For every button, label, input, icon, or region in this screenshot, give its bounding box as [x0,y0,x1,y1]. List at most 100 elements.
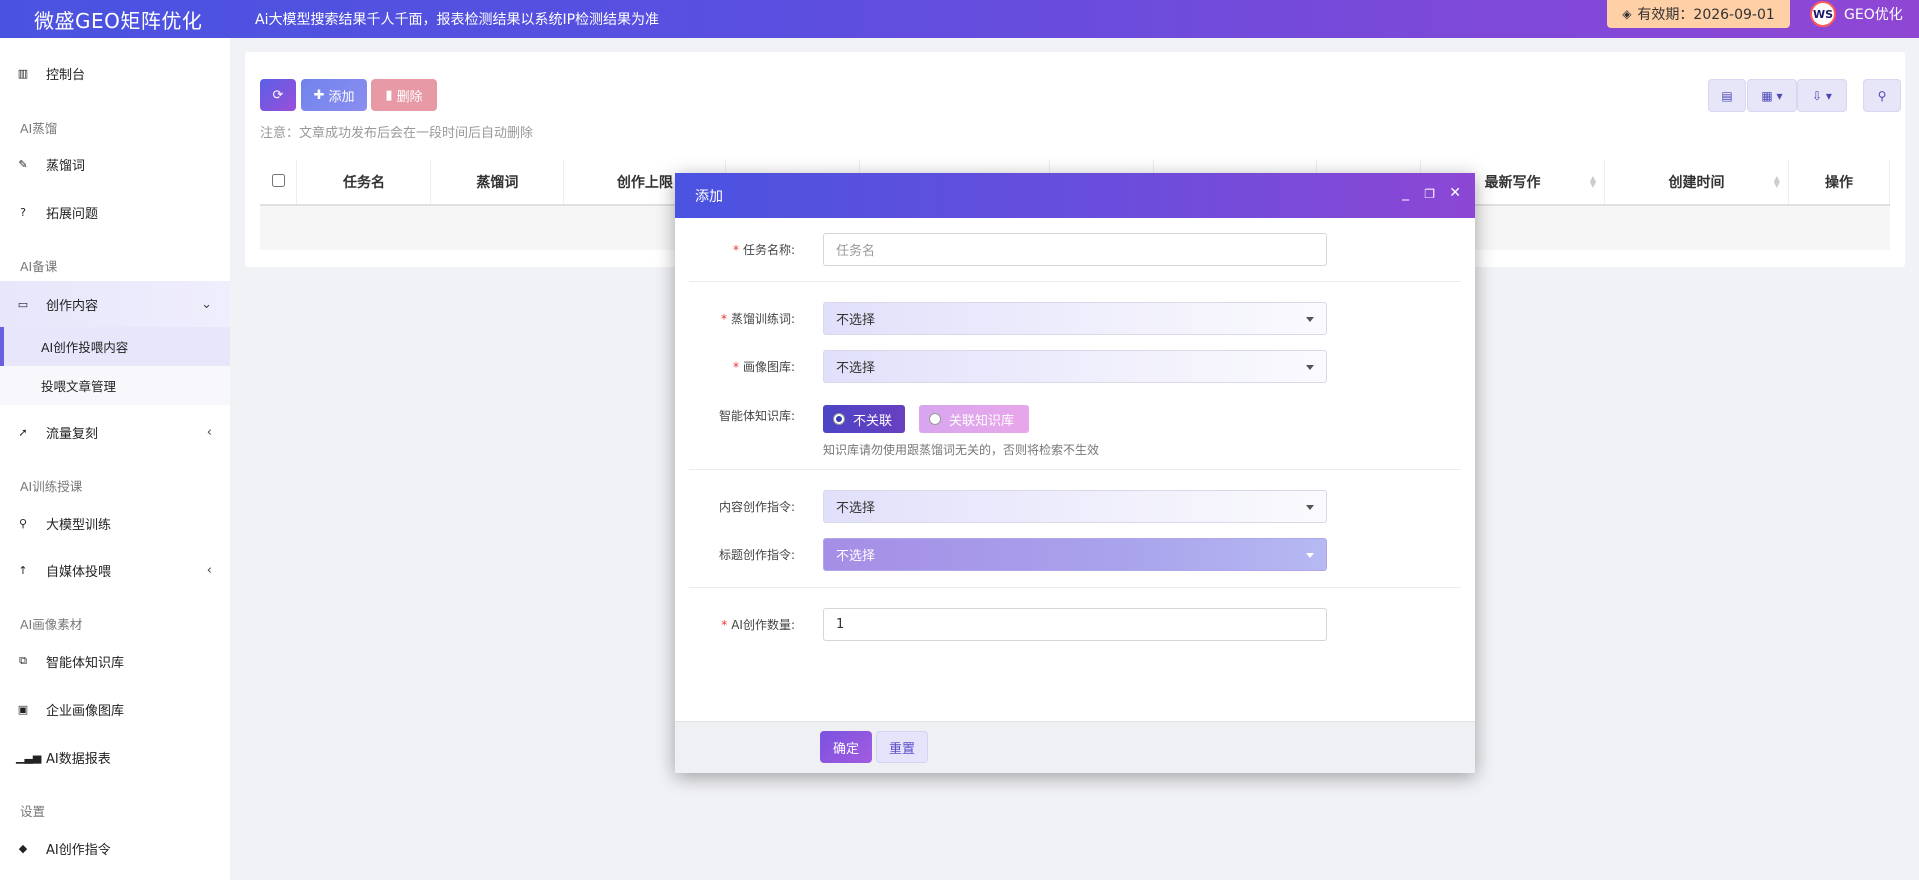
maximize-icon[interactable]: ❐ [1424,187,1435,201]
user-menu[interactable]: WS GEO优化 [1810,0,1903,28]
sidebar-item-enterprise-gallery[interactable]: ▣ 企业画像图库 [0,686,230,732]
rocket-icon: ➚ [18,425,28,439]
chevron-left-icon: ‹ [206,424,212,440]
divider [689,587,1461,588]
select-all-cell [260,160,298,206]
form-row-kb: 智能体知识库: 不关联 关联知识库 [675,405,1475,433]
distill-select[interactable]: 不选择 [823,302,1327,335]
folder-open-icon: ▭ [17,297,29,311]
radio-label: 不关联 [853,413,893,429]
sidebar-item-agent-kb[interactable]: ⧉ 智能体知识库 [0,638,230,684]
kb-hint: 知识库请勿使用跟蒸馏词无关的，否则将检索不生效 [823,443,1100,457]
close-icon[interactable]: ✕ [1449,185,1461,201]
column-header-actions: 操作 [1788,160,1891,206]
sidebar-item-label: AI创作指令 [46,842,111,858]
sidebar-item-label: 大模型训练 [46,517,112,533]
caret-down-icon [1306,365,1314,370]
trash-icon: ▮ [385,87,393,102]
task-name-input[interactable]: 任务名 [823,233,1327,266]
grid-icon: ▦ ▾ [1761,88,1783,103]
sidebar-item-llm-training[interactable]: ⚲ 大模型训练 [0,500,230,546]
refresh-button[interactable]: ⟳ [260,79,296,111]
sidebar-item-label: 控制台 [46,67,86,83]
sort-icon: ▲ ▼ [1589,174,1596,189]
search-icon: ⚲ [18,516,28,530]
tag-icon: ◆ [18,841,28,855]
sidebar-item-label: 拓展问题 [46,206,99,222]
divider [689,469,1461,470]
distill-label: * 蒸馏训练词: [720,312,795,326]
content-cmd-select[interactable]: 不选择 [823,490,1327,523]
title-cmd-select[interactable]: 不选择 [823,538,1327,571]
avatar[interactable]: WS [1810,1,1836,27]
columns-button[interactable]: ▦ ▾ [1747,79,1797,112]
count-input[interactable]: 1 [823,608,1327,641]
caret-down-icon [1306,505,1314,510]
form-row-distill: * 蒸馏训练词: 不选择 [675,302,1475,336]
sidebar-item-label: 流量复刻 [46,426,99,442]
sidebar-item-label: 智能体知识库 [46,655,125,671]
content-cmd-label: 内容创作指令: [718,500,795,514]
column-header-label: 创建时间 [1668,175,1725,191]
arrow-up-icon: ↑ [18,563,28,577]
signal-icon: ▁▃▅ [16,750,42,764]
add-button-label: 添加 [328,88,355,104]
add-dialog: 添加 _ ❐ ✕ * 任务名称: 任务名 * 蒸馏训练词: 不选择 * 画像图库: 不… [675,173,1475,773]
radio-label: 关联知识库 [949,413,1015,429]
minimize-icon[interactable]: _ [1402,185,1409,201]
brand-title[interactable]: 微盛GEO矩阵优化 [0,5,230,34]
gallery-select[interactable]: 不选择 [823,350,1327,383]
sidebar-subitem-ai-create[interactable]: AI创作投喂内容 [0,327,230,366]
sidebar-item-label: AI数据报表 [46,751,111,767]
dialog-header[interactable]: 添加 _ ❐ ✕ [675,173,1475,218]
bar-chart-icon: ▥ [17,66,29,80]
plus-icon: ✚ [313,87,325,102]
select-value: 不选择 [836,313,876,328]
sidebar-item-create-content[interactable]: ▭ 创作内容 ⌄ [0,281,230,327]
task-name-label: * 任务名称: [732,243,795,257]
list-icon: ▤ [1721,88,1733,103]
sidebar-item-distill-words[interactable]: ✎ 蒸馏词 [0,141,230,187]
search-button[interactable]: ⚲ [1863,79,1901,112]
download-icon: ⇩ ▾ [1812,88,1832,103]
sidebar-item-label: 企业画像图库 [46,703,125,719]
delete-button[interactable]: ▮ 删除 [371,79,437,111]
sidebar-item-self-media[interactable]: ↑ 自媒体投喂 ‹ [0,547,230,593]
chevron-down-icon: ⌄ [201,296,212,312]
validity-text: 有效期：2026-09-01 [1637,7,1775,23]
caret-down-icon [1306,553,1314,558]
sidebar-item-ai-commands[interactable]: ◆ AI创作指令 [0,825,230,871]
kb-option-link[interactable]: 关联知识库 [919,405,1029,433]
group-label-distill: AI蒸馏 [20,121,58,136]
form-row-task-name: * 任务名称: 任务名 [675,233,1475,267]
top-bar: 微盛GEO矩阵优化 Ai大模型搜索结果千人千面，报表检测结果以系统IP检测结果为… [0,0,1919,38]
add-button[interactable]: ✚ 添加 [301,79,367,111]
form-row-gallery: * 画像图库: 不选择 [675,350,1475,384]
image-icon: ▣ [17,702,29,716]
column-header-created[interactable]: 创建时间 ▲ ▼ [1604,160,1789,206]
sidebar-item-label: 创作内容 [46,298,99,314]
search-icon: ⚲ [1877,88,1887,103]
kb-option-none[interactable]: 不关联 [823,405,905,433]
username[interactable]: GEO优化 [1844,4,1903,24]
form-row-content-cmd: 内容创作指令: 不选择 [675,490,1475,524]
column-header-distill[interactable]: 蒸馏词 [430,160,565,206]
title-cmd-label: 标题创作指令: [718,548,795,562]
chevron-left-icon: ‹ [206,562,212,578]
form-row-title-cmd: 标题创作指令: 不选择 [675,538,1475,572]
confirm-button[interactable]: 确定 [820,731,872,763]
sidebar-item-expand-questions[interactable]: ? 拓展问题 [0,189,230,235]
group-label-settings: 设置 [20,804,46,819]
reset-button[interactable]: 重置 [876,731,928,763]
validity-badge: ◈ 有效期：2026-09-01 [1607,0,1790,28]
column-header-task[interactable]: 任务名 [296,160,432,206]
question-icon: ? [20,205,26,219]
sidebar-subitem-article-mgmt[interactable]: 投喂文章管理 [0,366,230,405]
export-button[interactable]: ⇩ ▾ [1797,79,1847,112]
sidebar-item-ai-report[interactable]: ▁▃▅ AI数据报表 [0,734,230,780]
sidebar-item-traffic-copy[interactable]: ➚ 流量复刻 ‹ [0,409,230,455]
sidebar-item-dashboard[interactable]: ▥ 控制台 [0,50,230,96]
sidebar: ▥ 控制台 AI蒸馏 ✎ 蒸馏词 ? 拓展问题 AI备课 ▭ 创作内容 ⌄ AI… [0,38,230,880]
toggle-view-button[interactable]: ▤ [1708,79,1746,112]
select-all-checkbox[interactable] [271,173,285,187]
